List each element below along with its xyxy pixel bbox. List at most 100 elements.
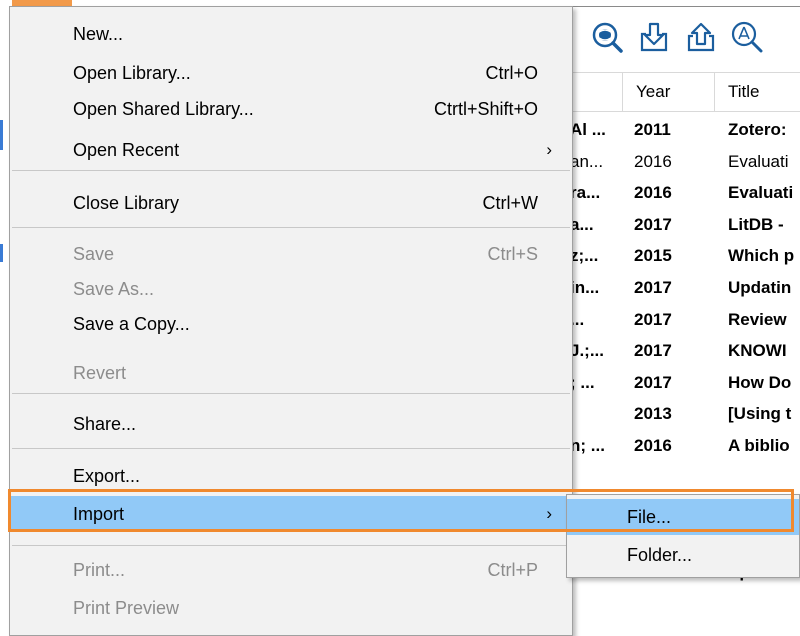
reference-table-header (570, 72, 800, 112)
menu-item-shortcut: Ctrl+S (487, 244, 538, 264)
left-panel-marker (0, 244, 3, 262)
table-row[interactable]: ra... 2016 Evaluati (570, 179, 800, 207)
menu-item-label: Export... (73, 466, 141, 486)
menu-item-save-as: Save As... (10, 271, 572, 307)
menu-item-label: Open Recent (73, 140, 180, 160)
menu-item-revert: Revert (10, 355, 572, 391)
cell-title: KNOWI (728, 341, 787, 361)
cell-author: J.;... (570, 341, 605, 361)
cell-year: 2016 (634, 436, 672, 455)
menu-item-save-a-copy[interactable]: Save a Copy... (10, 306, 572, 342)
find-full-text-icon[interactable] (730, 20, 764, 54)
column-separator[interactable] (714, 72, 715, 111)
menu-item-label: Print Preview (73, 598, 180, 618)
cell-title: LitDB - (728, 214, 784, 234)
menu-item-shortcut: Ctrl+O (485, 63, 538, 83)
menu-item-label: Save (73, 244, 115, 264)
table-row[interactable]: z;... 2015 Which p (570, 242, 800, 270)
cell-author: n; ... (570, 436, 605, 455)
menu-separator (12, 227, 570, 228)
menu-item-label: Save a Copy... (73, 314, 190, 334)
cell-author: a... (570, 214, 594, 234)
menu-item-share[interactable]: Share... (10, 406, 572, 442)
menu-item-new[interactable]: New... (10, 16, 572, 52)
menu-item-shortcut: Ctrtl+Shift+O (433, 99, 538, 119)
menu-separator (12, 448, 570, 449)
cell-author: ra... (570, 183, 601, 203)
menu-item-open-library[interactable]: Open Library... Ctrl+O (10, 55, 572, 91)
cell-author: ; ... (570, 372, 595, 392)
menu-item-shortcut: Ctrl+W (482, 193, 539, 213)
cell-year: 2016 (634, 151, 672, 171)
cell-year: 2017 (634, 214, 672, 234)
menu-separator (12, 393, 570, 394)
table-row[interactable]: an... 2016 Evaluati (570, 148, 800, 176)
cell-year: 2017 (634, 278, 672, 297)
menu-item-save: Save Ctrl+S (10, 236, 572, 272)
menu-item-label: Import (73, 504, 125, 524)
menu-item-shortcut: Ctrl+P (487, 560, 538, 580)
menu-item-print-preview: Print Preview (10, 590, 572, 626)
column-header-title[interactable]: Title (728, 82, 760, 102)
cell-year: 2011 (634, 120, 671, 139)
upload-icon[interactable] (684, 20, 718, 54)
table-row[interactable] (570, 464, 800, 492)
menu-item-close-library[interactable]: Close Library Ctrl+W (10, 185, 572, 221)
submenu-item-label: File... (627, 507, 672, 527)
download-icon[interactable] (637, 20, 671, 54)
submenu-item-folder[interactable]: Folder... (567, 537, 799, 573)
submenu-arrow-icon: › (546, 140, 552, 159)
cell-author: an... (570, 151, 604, 171)
cell-year: 2017 (634, 341, 672, 361)
menu-separator (12, 545, 570, 546)
table-row[interactable]: J.;... 2017 KNOWI (570, 337, 800, 365)
cell-title: Review (728, 309, 787, 329)
column-header-year[interactable]: Year (636, 82, 670, 102)
table-row[interactable]: in... 2017 Updatin (570, 274, 800, 302)
menu-item-label: Close Library (73, 193, 180, 213)
toolbar (580, 10, 800, 62)
cell-title: Evaluati (728, 183, 794, 203)
menu-item-label: Revert (73, 363, 127, 383)
menu-item-label: Save As... (73, 279, 155, 299)
left-panel-marker (0, 120, 3, 150)
table-row[interactable]: ; ... 2017 How Do (570, 369, 800, 397)
menu-item-label: Share... (73, 414, 137, 434)
cell-author: Al ... (570, 120, 606, 139)
cell-author: ... (570, 309, 585, 329)
submenu-arrow-icon: › (546, 504, 552, 523)
cell-title: A biblio (728, 436, 790, 455)
menu-item-import[interactable]: Import › (10, 496, 572, 532)
cell-author: in... (570, 278, 600, 297)
table-row[interactable]: n; ... 2016 A biblio (570, 432, 800, 460)
table-row[interactable]: ... 2017 Review (570, 306, 800, 334)
menu-item-label: New... (73, 24, 124, 44)
table-row[interactable]: Al ... 2011 Zotero: (570, 116, 800, 144)
cell-year: 2017 (634, 372, 672, 392)
submenu-item-file[interactable]: File... (567, 499, 799, 535)
cell-title: Zotero: (728, 120, 787, 139)
menu-item-open-shared-library[interactable]: Open Shared Library... Ctrtl+Shift+O (10, 91, 572, 127)
menu-item-label: Open Library... (73, 63, 191, 83)
submenu-item-label: Folder... (627, 545, 693, 565)
menu-separator (12, 170, 570, 171)
online-search-icon[interactable] (590, 20, 624, 54)
menu-item-open-recent[interactable]: Open Recent › (10, 132, 572, 168)
table-row[interactable]: 2013 [Using t (570, 400, 800, 428)
cell-title: Updatin (728, 278, 792, 297)
cell-title: How Do (728, 372, 792, 392)
menu-item-export[interactable]: Export... (10, 450, 572, 486)
cell-title: Which p (728, 246, 795, 266)
menu-item-print: Print... Ctrl+P (10, 552, 572, 588)
menu-item-label: Print... (73, 560, 126, 580)
table-row[interactable]: a... 2017 LitDB - (570, 211, 800, 239)
cell-year: 2015 (634, 246, 672, 266)
cell-author: z;... (570, 246, 599, 266)
cell-year: 2017 (634, 309, 672, 329)
cell-title: Evaluati (728, 151, 789, 171)
cell-year: 2016 (634, 183, 672, 203)
import-submenu: File... Folder... (566, 494, 800, 578)
file-menu: New... Open Library... Ctrl+O Open Share… (9, 6, 573, 636)
menu-item-label: Open Shared Library... (73, 99, 254, 119)
column-separator[interactable] (622, 72, 623, 111)
